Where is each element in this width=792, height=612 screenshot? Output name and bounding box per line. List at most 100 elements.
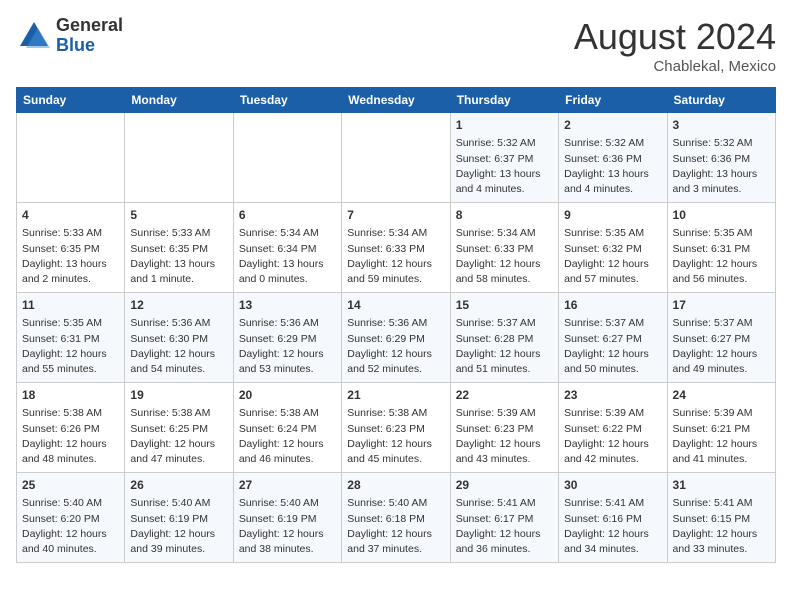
cell-info: Sunrise: 5:32 AM [456,136,553,151]
logo-text: General Blue [56,16,123,56]
calendar-cell: 11Sunrise: 5:35 AMSunset: 6:31 PMDayligh… [17,293,125,383]
cell-info: Daylight: 12 hours and 42 minutes. [564,437,661,467]
cell-info: Daylight: 12 hours and 59 minutes. [347,257,444,287]
cell-info: Sunrise: 5:40 AM [347,496,444,511]
day-number: 26 [130,477,227,494]
cell-info: Sunset: 6:25 PM [130,422,227,437]
cell-info: Sunset: 6:33 PM [456,242,553,257]
calendar-cell: 25Sunrise: 5:40 AMSunset: 6:20 PMDayligh… [17,473,125,563]
calendar-cell: 28 Sunrise: 5:40 AMSunset: 6:18 PMDayligh… [342,473,450,563]
calendar-cell: 10Sunrise: 5:35 AMSunset: 6:31 PMDayligh… [667,203,775,293]
weekday-header: Sunday [17,88,125,113]
cell-info: Sunrise: 5:36 AM [347,316,444,331]
cell-info: Daylight: 12 hours and 58 minutes. [456,257,553,287]
calendar-cell: 20Sunrise: 5:38 AMSunset: 6:24 PMDayligh… [233,383,341,473]
cell-info: Sunset: 6:21 PM [673,422,770,437]
cell-info: Sunrise: 5:35 AM [673,226,770,241]
location: Chablekal, Mexico [574,58,776,75]
day-number: 18 [22,387,119,404]
cell-info: Daylight: 12 hours and 40 minutes. [22,527,119,557]
day-number: 24 [673,387,770,404]
cell-info: Daylight: 12 hours and 37 minutes. [347,527,444,557]
cell-info: Sunset: 6:31 PM [673,242,770,257]
cell-info: Sunset: 6:23 PM [347,422,444,437]
calendar-cell: 30Sunrise: 5:41 AMSunset: 6:16 PMDayligh… [559,473,667,563]
calendar-cell [233,113,341,203]
day-number: 13 [239,297,336,314]
cell-info: Daylight: 12 hours and 49 minutes. [673,347,770,377]
calendar-cell: 16Sunrise: 5:37 AMSunset: 6:27 PMDayligh… [559,293,667,383]
cell-info: Daylight: 13 hours and 2 minutes. [22,257,119,287]
day-number: 28 [347,477,444,494]
day-number: 17 [673,297,770,314]
calendar-week-row: 1Sunrise: 5:32 AMSunset: 6:37 PMDaylight… [17,113,776,203]
cell-info: Sunrise: 5:35 AM [22,316,119,331]
calendar-cell: 22Sunrise: 5:39 AMSunset: 6:23 PMDayligh… [450,383,558,473]
cell-info: Sunrise: 5:39 AM [564,406,661,421]
cell-info: Sunset: 6:17 PM [456,512,553,527]
cell-info: Daylight: 12 hours and 45 minutes. [347,437,444,467]
cell-info: Daylight: 12 hours and 34 minutes. [564,527,661,557]
cell-info: Sunrise: 5:34 AM [456,226,553,241]
calendar-cell [125,113,233,203]
day-number: 16 [564,297,661,314]
logo-blue: Blue [56,36,123,56]
weekday-header: Tuesday [233,88,341,113]
calendar-body: 1Sunrise: 5:32 AMSunset: 6:37 PMDaylight… [17,113,776,563]
day-number: 10 [673,207,770,224]
day-number: 12 [130,297,227,314]
cell-info: Sunrise: 5:32 AM [564,136,661,151]
cell-info: Daylight: 12 hours and 33 minutes. [673,527,770,557]
calendar-header: SundayMondayTuesdayWednesdayThursdayFrid… [17,88,776,113]
cell-info: Sunset: 6:19 PM [130,512,227,527]
cell-info: Daylight: 12 hours and 43 minutes. [456,437,553,467]
weekday-header: Friday [559,88,667,113]
calendar-week-row: 18Sunrise: 5:38 AMSunset: 6:26 PMDayligh… [17,383,776,473]
cell-info: Sunrise: 5:38 AM [347,406,444,421]
cell-info: Daylight: 12 hours and 41 minutes. [673,437,770,467]
calendar-cell: 23Sunrise: 5:39 AMSunset: 6:22 PMDayligh… [559,383,667,473]
cell-info: Daylight: 12 hours and 57 minutes. [564,257,661,287]
day-number: 22 [456,387,553,404]
day-number: 5 [130,207,227,224]
cell-info: Sunset: 6:18 PM [347,512,444,527]
cell-info: Sunrise: 5:34 AM [239,226,336,241]
calendar-cell: 9Sunrise: 5:35 AMSunset: 6:32 PMDaylight… [559,203,667,293]
day-number: 30 [564,477,661,494]
cell-info: Sunrise: 5:36 AM [130,316,227,331]
cell-info: Sunset: 6:22 PM [564,422,661,437]
cell-info: Sunset: 6:29 PM [347,332,444,347]
cell-info: Sunrise: 5:37 AM [456,316,553,331]
calendar-cell: 6Sunrise: 5:34 AMSunset: 6:34 PMDaylight… [233,203,341,293]
day-number: 1 [456,117,553,134]
cell-info: Daylight: 12 hours and 52 minutes. [347,347,444,377]
cell-info: Sunset: 6:16 PM [564,512,661,527]
cell-info: Sunrise: 5:33 AM [130,226,227,241]
calendar-cell: 21 Sunrise: 5:38 AMSunset: 6:23 PMDayligh… [342,383,450,473]
calendar-cell: 17Sunrise: 5:37 AMSunset: 6:27 PMDayligh… [667,293,775,383]
day-number: 3 [673,117,770,134]
cell-info: Daylight: 13 hours and 4 minutes. [564,167,661,197]
calendar-cell [17,113,125,203]
cell-info: Sunrise: 5:41 AM [456,496,553,511]
cell-info: Sunset: 6:31 PM [22,332,119,347]
day-number: 14 [347,297,444,314]
cell-info: Sunset: 6:36 PM [673,152,770,167]
day-number: 29 [456,477,553,494]
calendar-cell: 3Sunrise: 5:32 AMSunset: 6:36 PMDaylight… [667,113,775,203]
cell-info: Sunrise: 5:35 AM [564,226,661,241]
day-number: 25 [22,477,119,494]
cell-info: Sunset: 6:36 PM [564,152,661,167]
calendar-cell: 19Sunrise: 5:38 AMSunset: 6:25 PMDayligh… [125,383,233,473]
calendar-cell: 24Sunrise: 5:39 AMSunset: 6:21 PMDayligh… [667,383,775,473]
cell-info: Sunset: 6:29 PM [239,332,336,347]
day-number: 20 [239,387,336,404]
calendar-table: SundayMondayTuesdayWednesdayThursdayFrid… [16,87,776,563]
weekday-header: Monday [125,88,233,113]
cell-info: Sunrise: 5:36 AM [239,316,336,331]
cell-info: Daylight: 13 hours and 0 minutes. [239,257,336,287]
day-number: 21 [347,387,444,404]
cell-info: Sunset: 6:34 PM [239,242,336,257]
cell-info: Sunset: 6:35 PM [22,242,119,257]
cell-info: Sunset: 6:30 PM [130,332,227,347]
